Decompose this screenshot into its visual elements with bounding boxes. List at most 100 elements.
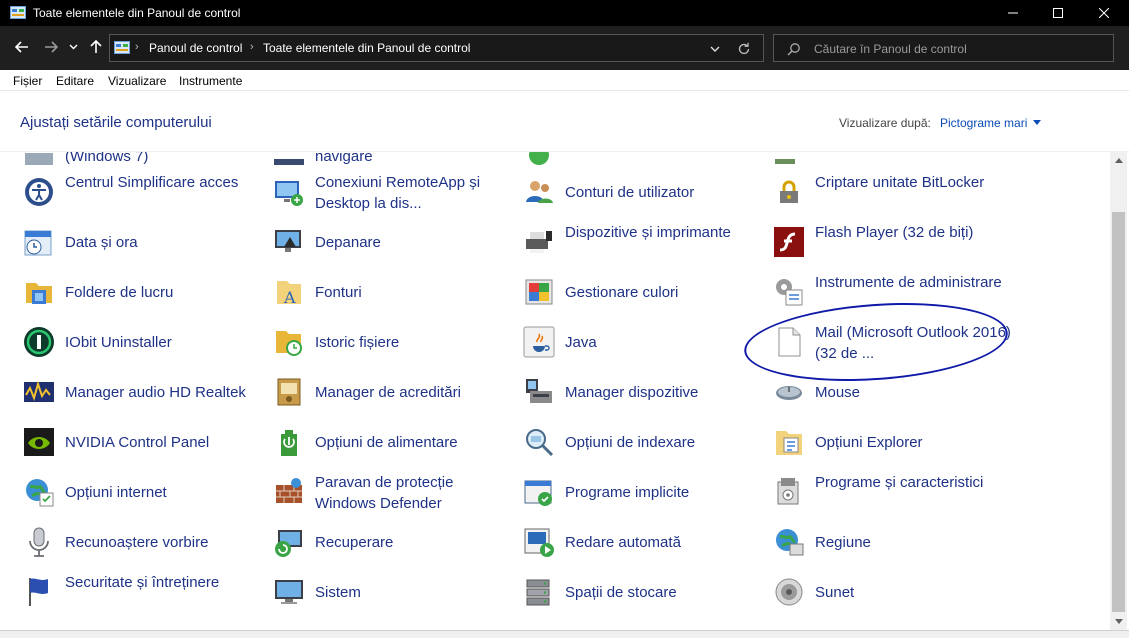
programs-features-icon — [777, 478, 799, 505]
list-item-label: Recunoaștere vorbire — [65, 534, 209, 551]
control-panel-icon — [114, 41, 130, 54]
list-item[interactable]: Recuperare — [272, 519, 512, 565]
control-panel-icon — [10, 6, 26, 19]
list-item-label: Mouse — [815, 384, 861, 401]
list-item[interactable]: Mail (Microsoft Outlook 2016) (32 de ... — [772, 319, 1012, 365]
minimize-button[interactable] — [990, 0, 1036, 26]
page-title: Ajustați setările computerului — [20, 114, 212, 131]
list-item-label: Opțiuni internet — [65, 484, 167, 501]
list-item[interactable]: Java — [522, 319, 762, 365]
menu-file[interactable]: Fișier — [13, 74, 42, 88]
indexing-options-icon — [526, 429, 554, 457]
list-item[interactable]: Conexiuni RemoteApp și Desktop la dis... — [272, 169, 512, 215]
up-button[interactable] — [86, 37, 106, 57]
list-item[interactable]: Data și ora — [22, 219, 262, 265]
list-item[interactable]: Opțiuni de indexare — [522, 419, 762, 465]
list-item-label: Sistem — [315, 584, 361, 601]
navigation-bar: › Panoul de control › Toate elementele d… — [0, 26, 1129, 70]
list-item[interactable]: Mouse — [772, 369, 1012, 415]
list-item[interactable]: NVIDIA Control Panel — [22, 419, 262, 465]
list-item[interactable]: Conturi de utilizator — [522, 169, 762, 215]
list-item[interactable]: Gestionare culori — [522, 269, 762, 315]
list-item[interactable]: Criptare unitate BitLocker — [772, 169, 1012, 215]
breadcrumb-separator: › — [135, 41, 139, 53]
list-item[interactable]: Securitate și întreținere — [22, 569, 262, 615]
list-item[interactable]: Dispozitive și imprimante — [522, 219, 762, 265]
list-item[interactable]: Manager de acreditări — [272, 369, 512, 415]
list-item-label: Istoric fișiere — [315, 334, 400, 351]
list-item[interactable]: Recunoaștere vorbire — [22, 519, 262, 565]
list-item[interactable]: Flash Player (32 de biți) — [772, 219, 1012, 265]
list-item-label: Gestionare culori — [565, 284, 679, 301]
search-placeholder: Căutare în Panoul de control — [814, 42, 967, 56]
recovery-icon — [275, 530, 302, 557]
list-item[interactable]: Instrumente de administrare — [772, 269, 1012, 315]
list-item-label: Dispozitive și imprimante — [565, 224, 731, 241]
list-item-label: Depanare — [315, 234, 381, 251]
arrow-right-icon — [45, 41, 58, 53]
menu-tools[interactable]: Instrumente — [179, 74, 242, 88]
menu-bar: Fișier Editare Vizualizare Instrumente — [0, 70, 1129, 91]
close-button[interactable] — [1081, 0, 1127, 26]
list-item[interactable]: Centrul Simplificare acces — [22, 169, 262, 215]
list-item[interactable]: A Fonturi — [272, 269, 512, 315]
work-folders-icon — [26, 283, 52, 304]
list-item[interactable]: Manager audio HD Realtek — [22, 369, 262, 415]
list-item[interactable]: Opțiuni Explorer — [772, 419, 1012, 465]
list-item[interactable]: Programe implicite — [522, 469, 762, 515]
file-history-icon — [276, 331, 302, 356]
address-bar[interactable]: › Panoul de control › Toate elementele d… — [109, 34, 764, 62]
mail-icon — [778, 327, 801, 357]
list-item[interactable]: Regiune — [772, 519, 1012, 565]
caret-up-icon — [1114, 158, 1123, 163]
search-box[interactable]: Căutare în Panoul de control — [773, 34, 1114, 62]
view-by-dropdown[interactable]: Pictograme mari — [940, 116, 1027, 130]
scroll-down-button[interactable] — [1110, 613, 1127, 630]
caret-down-icon[interactable] — [1033, 120, 1041, 125]
maximize-button[interactable] — [1035, 0, 1081, 26]
recent-locations-button[interactable] — [66, 37, 80, 57]
list-item[interactable]: Paravan de protecție Windows Defender — [272, 469, 512, 515]
list-item[interactable]: IObit Uninstaller — [22, 319, 262, 365]
list-item[interactable]: Opțiuni internet — [22, 469, 262, 515]
accessibility-icon — [25, 178, 53, 206]
list-item[interactable]: Manager dispozitive — [522, 369, 762, 415]
list-item[interactable]: Sunet — [772, 569, 1012, 615]
breadcrumb-control-panel[interactable]: Panoul de control — [149, 41, 242, 55]
vertical-scrollbar[interactable] — [1110, 152, 1127, 630]
refresh-icon[interactable] — [736, 41, 752, 57]
search-icon — [787, 43, 800, 56]
list-item-label: Centrul Simplificare acces — [65, 174, 239, 191]
list-item[interactable]: Istoric fișiere — [272, 319, 512, 365]
scroll-up-button[interactable] — [1110, 152, 1127, 169]
forward-button[interactable] — [41, 37, 61, 57]
devices-printers-icon — [526, 231, 552, 253]
list-item[interactable]: Spații de stocare — [522, 569, 762, 615]
view-by-label: Vizualizare după: — [839, 116, 931, 130]
internet-options-icon — [26, 479, 54, 507]
list-item[interactable]: Foldere de lucru — [22, 269, 262, 315]
list-item-label: Mail (Microsoft Outlook 2016) (32 de ... — [815, 324, 1011, 362]
breadcrumb-all-items[interactable]: Toate elementele din Panoul de control — [263, 41, 470, 55]
chevron-down-icon[interactable] — [708, 42, 722, 56]
list-item-label: Opțiuni Explorer — [815, 434, 923, 451]
list-item[interactable]: Programe și caracteristici — [772, 469, 1012, 515]
list-item-label: Manager dispozitive — [565, 384, 699, 401]
scroll-thumb[interactable] — [1112, 212, 1125, 612]
menu-view[interactable]: Vizualizare — [108, 74, 166, 88]
power-options-icon — [281, 430, 297, 456]
title-bar[interactable]: Toate elementele din Panoul de control — [0, 0, 1129, 26]
list-item[interactable]: Opțiuni de alimentare — [272, 419, 512, 465]
list-item-label: Conexiuni RemoteApp și Desktop la dis... — [315, 174, 481, 212]
list-item[interactable]: Sistem — [272, 569, 512, 615]
breadcrumb-separator: › — [250, 41, 254, 53]
list-item[interactable]: Redare automată — [522, 519, 762, 565]
window-title: Toate elementele din Panoul de control — [33, 6, 241, 20]
list-item[interactable]: Depanare — [272, 219, 512, 265]
arrow-up-icon — [90, 40, 102, 53]
list-item-label: Criptare unitate BitLocker — [815, 174, 985, 191]
svg-text:A: A — [283, 288, 296, 307]
list-item-label: Data și ora — [65, 234, 138, 251]
menu-edit[interactable]: Editare — [56, 74, 94, 88]
back-button[interactable] — [12, 37, 32, 57]
